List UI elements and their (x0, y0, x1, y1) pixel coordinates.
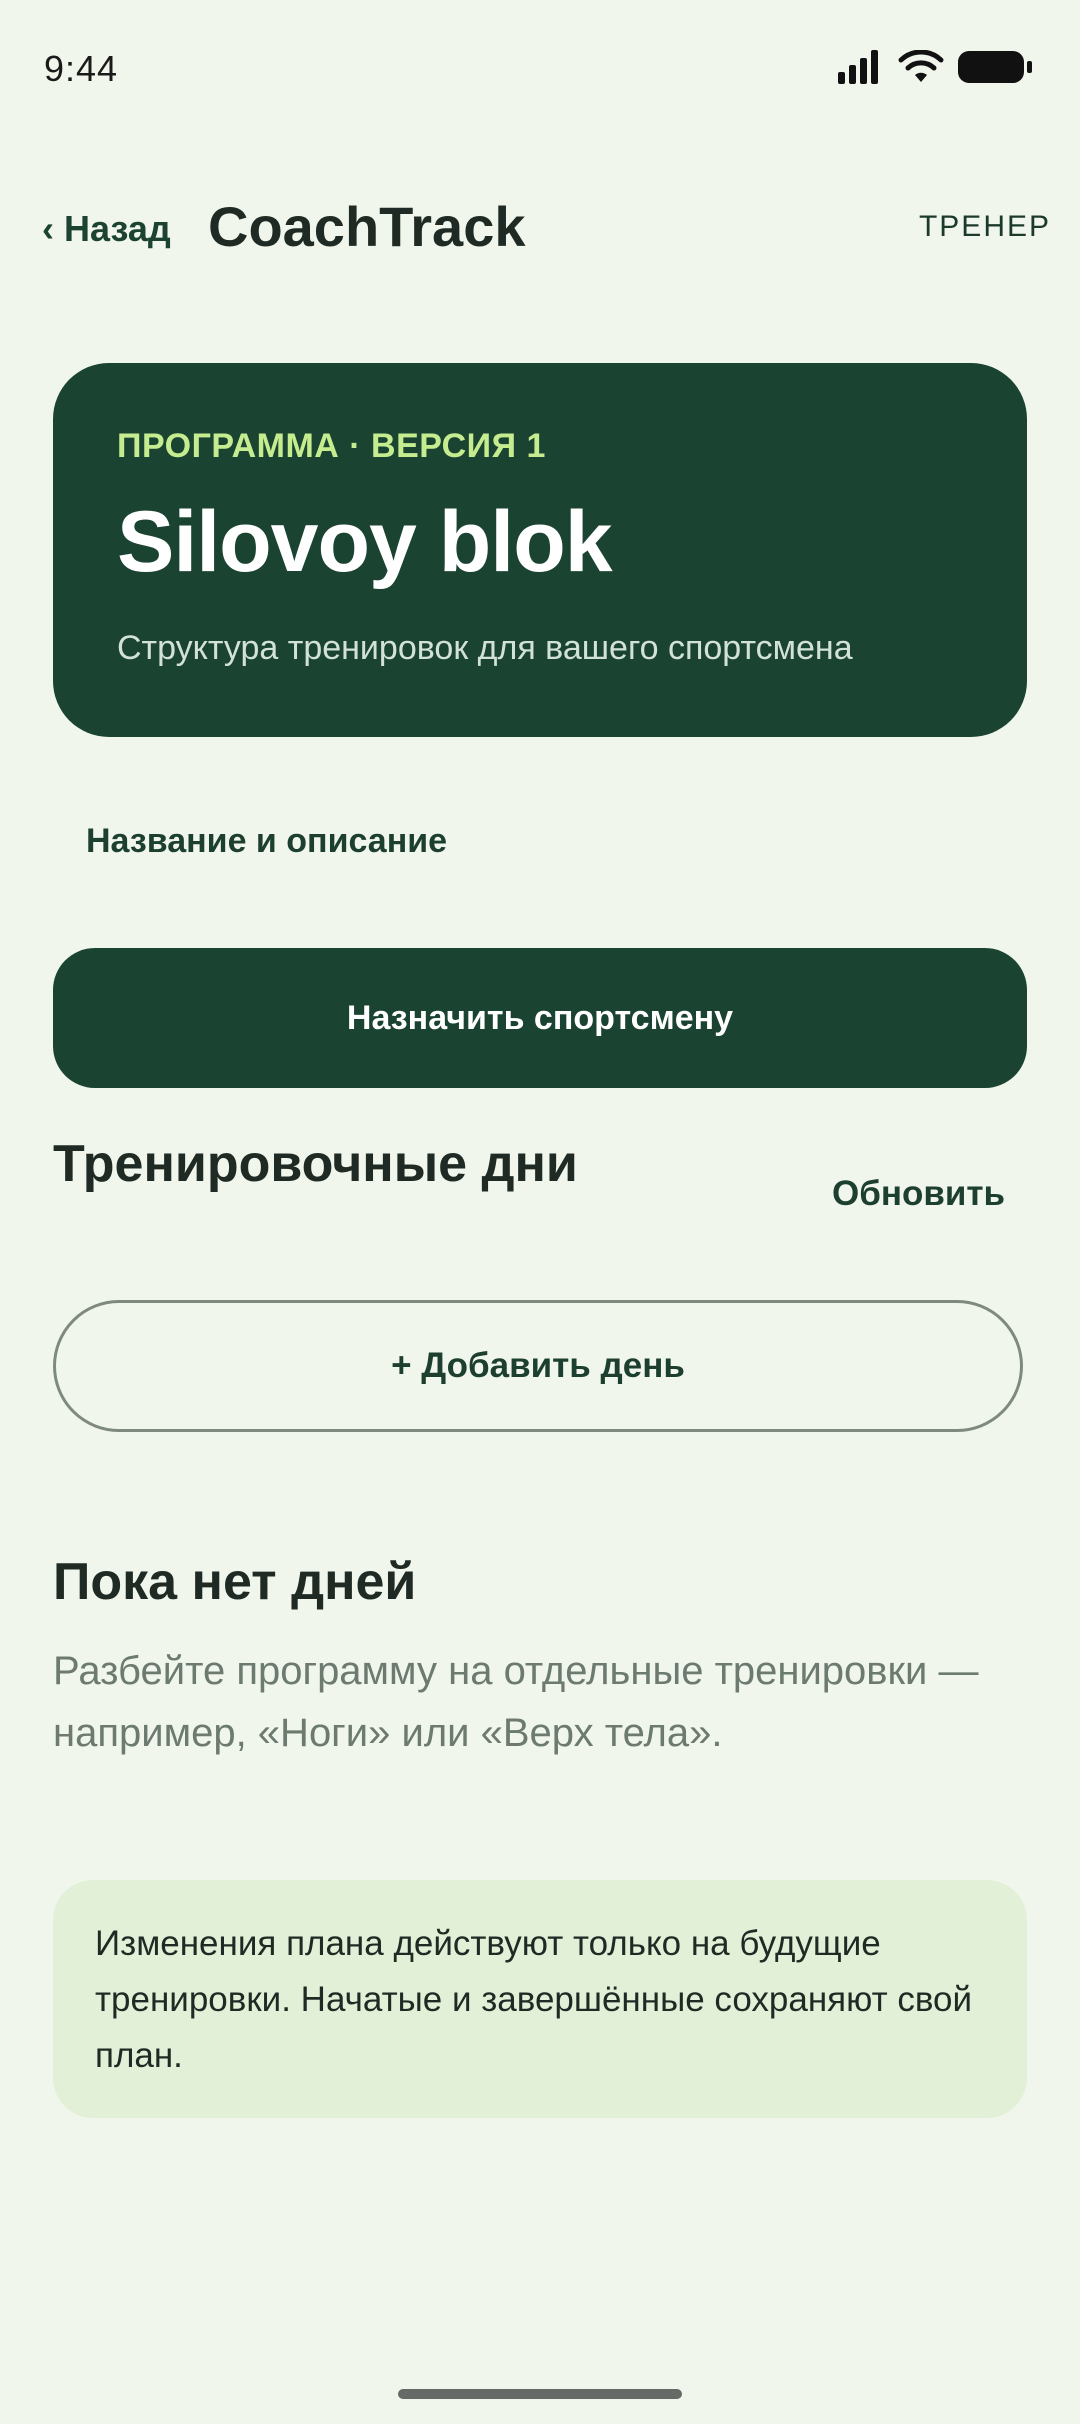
home-indicator[interactable] (398, 2389, 682, 2399)
app-title: CoachTrack (208, 195, 526, 258)
empty-state-text: Разбейте программу на отдельные трениров… (53, 1649, 979, 1755)
program-version-label: ПРОГРАММА · ВЕРСИЯ 1 (117, 427, 546, 465)
wifi-icon (898, 50, 944, 82)
info-note-text: Изменения плана действуют только на буду… (95, 1924, 973, 2075)
role-label: ТРЕНЕР (918, 210, 1051, 243)
back-button[interactable]: ‹ Назад (42, 208, 171, 250)
assign-athlete-button[interactable]: Назначить спортсмену (53, 948, 1027, 1088)
add-day-button[interactable]: + Добавить день (53, 1300, 1023, 1432)
empty-state-title: Пока нет дней (53, 1553, 417, 1611)
battery-icon (958, 51, 1032, 83)
app-header: ‹ Назад CoachTrack ТРЕНЕР (0, 180, 1080, 280)
signal-icon (838, 50, 878, 84)
program-title: Silovoy blok (117, 494, 613, 590)
training-days-heading: Тренировочные дни (53, 1135, 578, 1193)
info-note: Изменения плана действуют только на буду… (53, 1880, 1027, 2118)
program-card: ПРОГРАММА · ВЕРСИЯ 1 Silovoy blok Структ… (53, 363, 1027, 737)
program-subtitle: Структура тренировок для вашего спортсме… (117, 629, 853, 667)
status-time: 9:44 (44, 48, 119, 89)
refresh-button[interactable]: Обновить (832, 1174, 1005, 1214)
status-bar: 9:44 (0, 0, 1080, 140)
status-icons (838, 50, 1034, 84)
edit-name-description-link[interactable]: Название и описание (86, 822, 447, 861)
